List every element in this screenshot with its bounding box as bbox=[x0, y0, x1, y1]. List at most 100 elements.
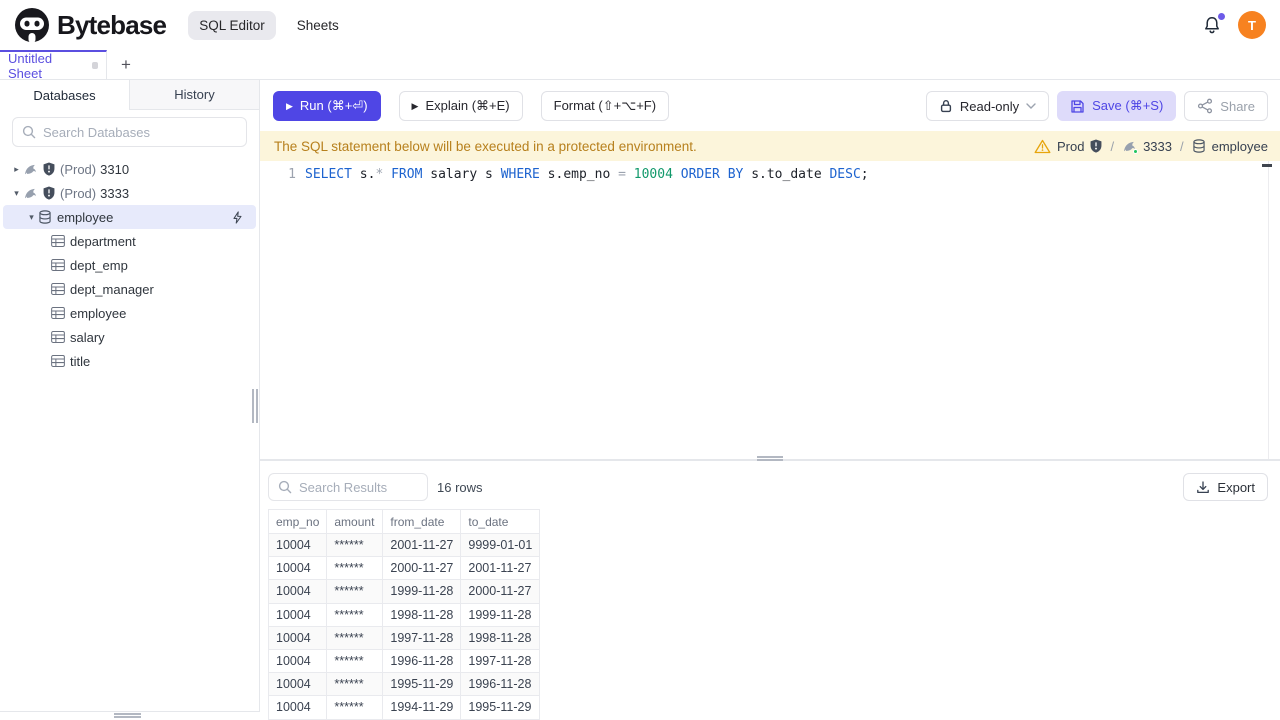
sidebar: Databases History ▸ (Prod)3310 ▾ (Prod)3333… bbox=[0, 80, 260, 712]
cell-to_date[interactable]: 2001-11-27 bbox=[460, 556, 541, 581]
tree-item-table-salary[interactable]: salary bbox=[0, 325, 259, 349]
tab-databases[interactable]: Databases bbox=[0, 80, 129, 110]
unsaved-indicator bbox=[91, 62, 98, 69]
expand-icon[interactable]: ▸ bbox=[10, 164, 23, 175]
top-nav: SQL Editor Sheets bbox=[188, 10, 350, 40]
brand[interactable]: Bytebase bbox=[14, 7, 167, 43]
table-row[interactable]: 10004 ****** 1997-11-28 1998-11-28 bbox=[267, 625, 541, 650]
bytebase-sql-editor-window: Bytebase SQL Editor Sheets T Untitled Sh… bbox=[0, 0, 1280, 720]
cell-amount[interactable]: ****** bbox=[326, 532, 384, 558]
cell-emp_no[interactable]: 10004 bbox=[267, 672, 328, 697]
share-button[interactable]: Share bbox=[1184, 91, 1268, 121]
cell-from_date[interactable]: 1995-11-29 bbox=[382, 672, 462, 697]
sql-editor-area[interactable]: 1 SELECT s.* FROM salary s WHERE s.emp_n… bbox=[260, 161, 1280, 460]
cell-amount[interactable]: ****** bbox=[326, 625, 384, 650]
table-row[interactable]: 10004 ****** 1995-11-29 1996-11-28 bbox=[267, 672, 541, 697]
cell-from_date[interactable]: 2000-11-27 bbox=[382, 556, 462, 581]
line-number: 1 bbox=[288, 167, 296, 182]
editor-scrollbar-track bbox=[1268, 161, 1269, 459]
cell-to_date[interactable]: 1995-11-29 bbox=[460, 695, 541, 720]
collapse-icon[interactable]: ▾ bbox=[25, 212, 38, 223]
cell-amount[interactable]: ****** bbox=[326, 602, 384, 627]
cell-from_date[interactable]: 1997-11-28 bbox=[382, 625, 462, 650]
cell-to_date[interactable]: 1997-11-28 bbox=[460, 648, 541, 674]
tree-item-table-title[interactable]: title bbox=[0, 349, 259, 373]
tree-item-label: salary bbox=[70, 329, 105, 345]
sidebar-bottom-handle[interactable] bbox=[114, 713, 141, 719]
nav-sql-editor[interactable]: SQL Editor bbox=[188, 10, 276, 40]
cell-from_date[interactable]: 1996-11-28 bbox=[382, 648, 462, 674]
shield-icon bbox=[1091, 139, 1102, 153]
results-resize-handle[interactable] bbox=[757, 456, 783, 462]
cell-amount[interactable]: ****** bbox=[326, 556, 384, 581]
cell-emp_no[interactable]: 10004 bbox=[267, 602, 328, 627]
cell-to_date[interactable]: 2000-11-27 bbox=[460, 579, 541, 604]
tree-item-table-dept_emp[interactable]: dept_emp bbox=[0, 253, 259, 277]
cell-to_date[interactable]: 9999-01-01 bbox=[460, 532, 541, 558]
format-button[interactable]: Format (⇧+⌥+F) bbox=[540, 91, 670, 121]
database-tree: ▸ (Prod) 3310 ▾ (Prod) 3333 ▾ employee departmen… bbox=[0, 153, 259, 373]
database-name[interactable]: employee bbox=[1212, 139, 1268, 154]
run-button[interactable]: ▶ Run (⌘+⏎) bbox=[273, 91, 381, 121]
save-button[interactable]: Save (⌘+S) bbox=[1057, 91, 1177, 121]
table-row[interactable]: 10004 ****** 1998-11-28 1999-11-28 bbox=[267, 602, 541, 627]
chevron-down-icon bbox=[1026, 103, 1036, 109]
table-row[interactable]: 10004 ****** 1996-11-28 1997-11-28 bbox=[267, 648, 541, 674]
avatar[interactable]: T bbox=[1238, 11, 1266, 39]
cell-from_date[interactable]: 1998-11-28 bbox=[382, 602, 462, 627]
table-row[interactable]: 10004 ****** 1994-11-29 1995-11-29 bbox=[267, 695, 541, 720]
tree-item-instance-3333[interactable]: ▾ (Prod) 3333 bbox=[0, 181, 259, 205]
cell-amount[interactable]: ****** bbox=[326, 648, 384, 674]
cell-emp_no[interactable]: 10004 bbox=[267, 579, 328, 604]
cell-emp_no[interactable]: 10004 bbox=[267, 532, 328, 558]
connection-breadcrumb: Prod / 3333 / employee bbox=[1034, 139, 1268, 154]
sql-code-line[interactable]: SELECT s.* FROM salary s WHERE s.emp_no … bbox=[305, 167, 869, 182]
explain-button[interactable]: ▶ Explain (⌘+E) bbox=[398, 91, 523, 121]
tree-item-table-department[interactable]: department bbox=[0, 229, 259, 253]
readonly-mode-button[interactable]: Read-only bbox=[925, 91, 1050, 121]
cell-to_date[interactable]: 1996-11-28 bbox=[460, 672, 541, 697]
cell-to_date[interactable]: 1998-11-28 bbox=[460, 625, 541, 650]
collapse-icon[interactable]: ▾ bbox=[10, 188, 23, 199]
tree-item-label: 3333 bbox=[100, 185, 130, 201]
table-row[interactable]: 10004 ****** 2000-11-27 2001-11-27 bbox=[267, 556, 541, 581]
tab-history[interactable]: History bbox=[129, 80, 259, 110]
database-search[interactable] bbox=[12, 117, 247, 147]
cell-emp_no[interactable]: 10004 bbox=[267, 648, 328, 674]
tree-item-table-dept_manager[interactable]: dept_manager bbox=[0, 277, 259, 301]
tab-untitled-sheet[interactable]: Untitled Sheet bbox=[0, 50, 107, 81]
cell-from_date[interactable]: 2001-11-27 bbox=[382, 532, 462, 558]
notifications-button[interactable] bbox=[1202, 12, 1226, 35]
sidebar-resize-handle[interactable] bbox=[252, 389, 260, 423]
column-header-to_date[interactable]: to_date bbox=[460, 509, 541, 534]
bolt-icon[interactable] bbox=[231, 210, 244, 224]
table-row[interactable]: 10004 ****** 1999-11-28 2000-11-27 bbox=[267, 579, 541, 604]
export-button[interactable]: Export bbox=[1183, 473, 1268, 501]
cell-amount[interactable]: ****** bbox=[326, 672, 384, 697]
tree-item-database-employee[interactable]: ▾ employee bbox=[3, 205, 256, 229]
cell-from_date[interactable]: 1994-11-29 bbox=[382, 695, 462, 720]
main-panel: ▶ Run (⌘+⏎) ▶ Explain (⌘+E) Format (⇧+⌥+… bbox=[260, 80, 1280, 720]
database-crumb-icon bbox=[1192, 139, 1206, 153]
column-header-amount[interactable]: amount bbox=[326, 509, 384, 534]
nav-sheets[interactable]: Sheets bbox=[286, 11, 350, 40]
cell-amount[interactable]: ****** bbox=[326, 695, 384, 720]
add-sheet-button[interactable]: + bbox=[114, 53, 138, 77]
results-search-input[interactable] bbox=[299, 479, 418, 495]
column-header-emp_no[interactable]: emp_no bbox=[267, 509, 328, 534]
cell-emp_no[interactable]: 10004 bbox=[267, 556, 328, 581]
instance-name[interactable]: 3333 bbox=[1143, 139, 1172, 154]
table-row[interactable]: 10004 ****** 2001-11-27 9999-01-01 bbox=[267, 532, 541, 558]
cell-amount[interactable]: ****** bbox=[326, 579, 384, 604]
cell-from_date[interactable]: 1999-11-28 bbox=[382, 579, 462, 604]
cell-emp_no[interactable]: 10004 bbox=[267, 625, 328, 650]
column-header-from_date[interactable]: from_date bbox=[382, 509, 462, 534]
toolbar-right-actions: Read-only Save (⌘+S) Share bbox=[925, 91, 1268, 121]
tree-item-table-employee[interactable]: employee bbox=[0, 301, 259, 325]
cell-emp_no[interactable]: 10004 bbox=[267, 695, 328, 720]
database-search-input[interactable] bbox=[43, 124, 237, 140]
environment-name[interactable]: Prod bbox=[1057, 139, 1084, 154]
cell-to_date[interactable]: 1999-11-28 bbox=[460, 602, 541, 627]
results-search[interactable] bbox=[268, 473, 428, 501]
tree-item-instance-3310[interactable]: ▸ (Prod) 3310 bbox=[0, 157, 259, 181]
